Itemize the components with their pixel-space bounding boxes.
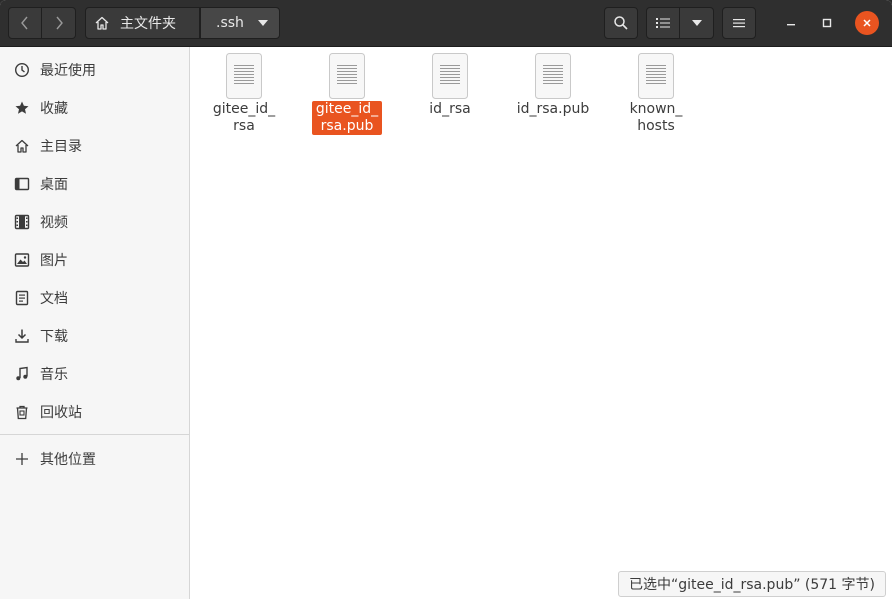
minimize-icon (787, 24, 795, 26)
minimize-button[interactable] (779, 11, 803, 35)
caret-down-icon (257, 20, 268, 26)
text-file-icon (226, 53, 262, 99)
music-icon (13, 365, 31, 383)
chevron-right-icon (55, 16, 63, 30)
chevron-left-icon (21, 16, 28, 30)
view-options-button[interactable] (680, 7, 714, 39)
home-icon (95, 16, 109, 30)
hamburger-menu-icon (733, 19, 745, 28)
close-icon (863, 19, 871, 27)
file-name: gitee_id_ rsa (212, 101, 276, 134)
text-file-icon (432, 53, 468, 99)
status-bar: 已选中“gitee_id_rsa.pub” (571 字节) (617, 571, 886, 597)
file-name: known_ hosts (629, 101, 683, 134)
maximize-icon (822, 18, 832, 28)
download-icon (13, 327, 31, 345)
back-button[interactable] (8, 7, 42, 39)
sidebar-item-label: 最近使用 (40, 63, 96, 79)
text-file-icon (638, 53, 674, 99)
search-button[interactable] (604, 7, 638, 39)
star-icon (13, 99, 31, 117)
forward-button[interactable] (42, 7, 76, 39)
close-button[interactable] (855, 11, 879, 35)
breadcrumb-home[interactable]: 主文件夹 (85, 7, 200, 39)
plus-icon (13, 450, 31, 468)
text-file-icon (535, 53, 571, 99)
sidebar-item-label: 文档 (40, 291, 68, 307)
sidebar-item-starred[interactable]: 收藏 (0, 89, 189, 127)
file-item-gitee-id-rsa[interactable]: gitee_id_ rsa (199, 53, 289, 135)
sidebar-divider (0, 434, 189, 435)
sidebar-item-other-locations[interactable]: 其他位置 (0, 440, 189, 478)
file-name-selected: gitee_id_ rsa.pub (311, 101, 383, 135)
image-icon (13, 251, 31, 269)
text-file-icon (329, 53, 365, 99)
sidebar-item-label: 主目录 (40, 139, 82, 155)
sidebar-item-label: 视频 (40, 215, 68, 231)
sidebar: 最近使用 收藏 主目录 桌面 视频 图片 文档 下载 音乐 回收站 其他位置 (0, 47, 190, 599)
sidebar-item-label: 收藏 (40, 101, 68, 117)
file-name: id_rsa.pub (516, 101, 590, 117)
list-view-icon (656, 18, 670, 28)
breadcrumb-current-label: .ssh (216, 15, 244, 31)
sidebar-item-music[interactable]: 音乐 (0, 355, 189, 393)
sidebar-item-desktop[interactable]: 桌面 (0, 165, 189, 203)
sidebar-item-pictures[interactable]: 图片 (0, 241, 189, 279)
sidebar-item-downloads[interactable]: 下载 (0, 317, 189, 355)
sidebar-item-label: 下载 (40, 329, 68, 345)
sidebar-item-label: 其他位置 (40, 452, 96, 468)
sidebar-item-label: 回收站 (40, 405, 82, 421)
trash-icon (13, 403, 31, 421)
clock-icon (13, 61, 31, 79)
header-bar: 主文件夹 .ssh (0, 0, 892, 47)
caret-down-icon (691, 20, 702, 26)
sidebar-item-documents[interactable]: 文档 (0, 279, 189, 317)
file-manager-window: 主文件夹 .ssh 最近使用 收藏 主目录 桌面 视频 图片 文档 下载 音乐 … (0, 0, 892, 599)
desktop-icon (13, 175, 31, 193)
file-item-gitee-id-rsa-pub[interactable]: gitee_id_ rsa.pub (302, 53, 392, 135)
maximize-button[interactable] (815, 11, 839, 35)
sidebar-item-trash[interactable]: 回收站 (0, 393, 189, 431)
breadcrumb-home-label: 主文件夹 (120, 16, 176, 32)
sidebar-item-videos[interactable]: 视频 (0, 203, 189, 241)
file-name: id_rsa (429, 101, 471, 117)
home-icon (13, 137, 31, 155)
sidebar-item-label: 图片 (40, 253, 68, 269)
file-item-id-rsa[interactable]: id_rsa (405, 53, 495, 118)
file-item-known-hosts[interactable]: known_ hosts (611, 53, 701, 135)
search-icon (614, 16, 628, 30)
breadcrumb-current[interactable]: .ssh (200, 7, 280, 39)
video-icon (13, 213, 31, 231)
file-view: gitee_id_ rsa gitee_id_ rsa.pub id_rsa id_… (190, 47, 892, 599)
sidebar-item-home[interactable]: 主目录 (0, 127, 189, 165)
sidebar-item-recent[interactable]: 最近使用 (0, 51, 189, 89)
sidebar-item-label: 音乐 (40, 367, 68, 383)
list-view-button[interactable] (646, 7, 680, 39)
document-icon (13, 289, 31, 307)
file-item-id-rsa-pub[interactable]: id_rsa.pub (508, 53, 598, 118)
sidebar-item-label: 桌面 (40, 177, 68, 193)
main-menu-button[interactable] (722, 7, 756, 39)
